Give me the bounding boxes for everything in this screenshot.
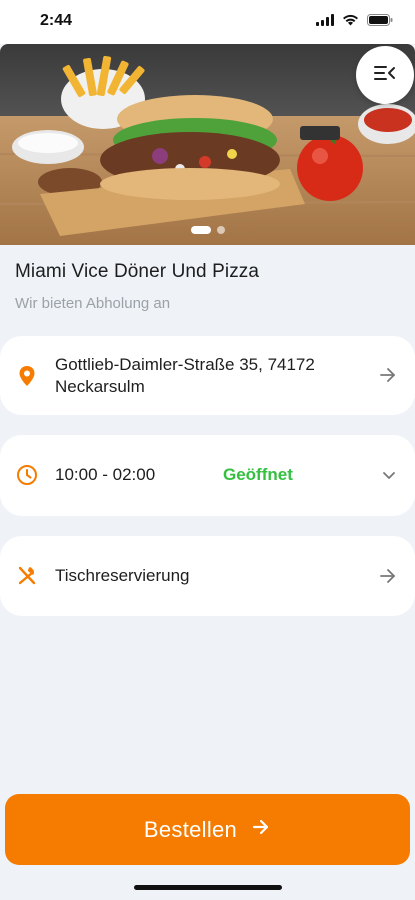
status-bar: 2:44 <box>0 0 415 44</box>
open-status-badge: Geöffnet <box>223 465 293 484</box>
clock-icon <box>16 464 38 491</box>
status-time: 2:44 <box>40 12 73 29</box>
opening-hours-card[interactable]: 10:00 - 02:00 Geöffnet <box>0 435 415 516</box>
home-indicator <box>134 885 282 890</box>
hero-image[interactable] <box>0 44 415 245</box>
menu-button[interactable] <box>356 46 414 104</box>
arrow-right-icon <box>251 817 271 842</box>
wifi-icon <box>342 14 359 26</box>
menu-collapse-icon <box>374 65 396 86</box>
table-reservation-card[interactable]: Tischreservierung <box>0 536 415 616</box>
doner-food-photo <box>0 44 415 245</box>
restaurant-name: Miami Vice Döner Und Pizza <box>15 261 260 282</box>
battery-icon <box>367 14 393 26</box>
address-card[interactable]: Gottlieb-Daimler-Straße 35, 74172 Neckar… <box>0 336 415 415</box>
table-reservation-label: Tischreservierung <box>55 566 190 585</box>
chevron-down-icon[interactable] <box>380 466 398 489</box>
cutlery-icon <box>16 564 38 591</box>
address-line-1: Gottlieb-Daimler-Straße 35, 74172 <box>55 355 315 374</box>
arrow-right-icon[interactable] <box>378 365 398 390</box>
carousel-dot[interactable] <box>216 226 225 234</box>
carousel-dots <box>0 226 415 234</box>
order-button[interactable]: Bestellen <box>5 794 410 865</box>
cellular-signal-icon <box>316 14 334 26</box>
address-text: Gottlieb-Daimler-Straße 35, 74172 Neckar… <box>55 354 375 398</box>
opening-hours: 10:00 - 02:00 <box>55 465 156 484</box>
location-pin-icon <box>16 364 38 393</box>
carousel-dot-active[interactable] <box>190 226 211 234</box>
restaurant-subtitle: Wir bieten Abholung an <box>15 295 171 312</box>
order-button-label: Bestellen <box>143 816 238 842</box>
status-icons <box>316 14 393 26</box>
address-line-2: Neckarsulm <box>55 377 145 396</box>
arrow-right-icon[interactable] <box>378 566 398 591</box>
